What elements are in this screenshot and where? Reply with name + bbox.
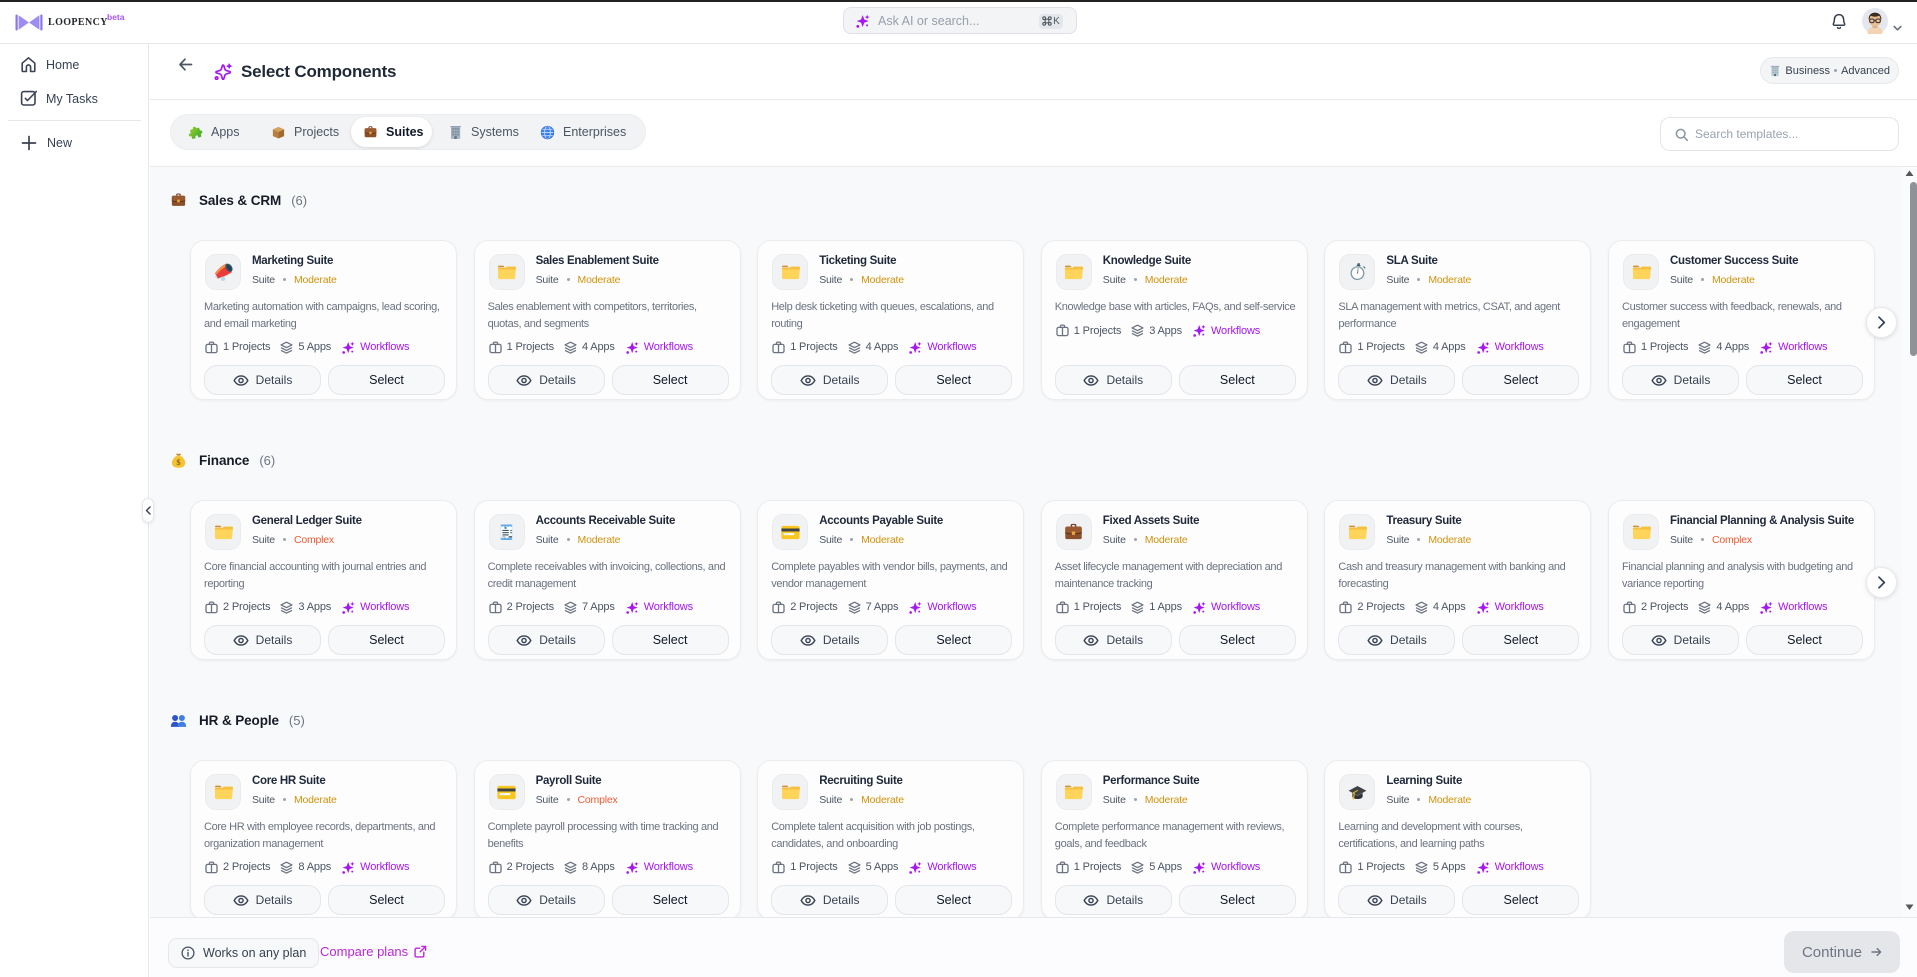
svg-text:$: $ bbox=[176, 457, 181, 467]
